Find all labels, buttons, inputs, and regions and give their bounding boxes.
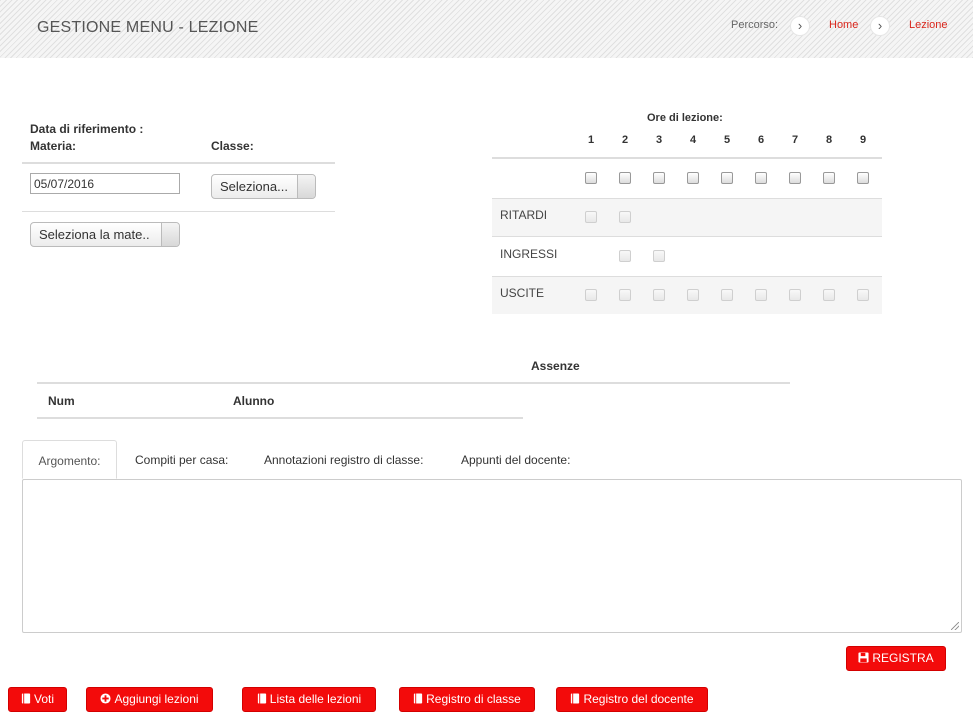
- subject-label: Materia:: [30, 139, 77, 153]
- uscite-checkbox[interactable]: [653, 289, 665, 301]
- uscite-checkbox[interactable]: [585, 289, 597, 301]
- chevron-right-icon: ›: [870, 16, 890, 36]
- divider: [22, 211, 335, 212]
- divider: [492, 198, 882, 199]
- ingressi-label: INGRESSI: [500, 247, 558, 261]
- hour-checkbox[interactable]: [755, 172, 767, 184]
- subject-select-value: Seleziona la mate..: [39, 227, 150, 242]
- date-label: Data di riferimento :: [30, 122, 144, 136]
- registro-classe-button[interactable]: Registro di classe: [399, 687, 535, 712]
- hour-checkbox[interactable]: [857, 172, 869, 184]
- ritardi-label: RITARDI: [500, 208, 548, 222]
- book-icon: [571, 693, 580, 704]
- breadcrumb-home-link[interactable]: Home: [829, 19, 858, 31]
- argomento-textarea[interactable]: [22, 479, 962, 633]
- floppy-disk-icon: [858, 652, 869, 663]
- lista-lezioni-label: Lista delle lezioni: [269, 692, 362, 706]
- hour-checkbox[interactable]: [789, 172, 801, 184]
- uscite-checkbox[interactable]: [823, 289, 835, 301]
- aggiungi-lezioni-label: Aggiungi lezioni: [114, 692, 199, 706]
- hour-checkbox[interactable]: [721, 172, 733, 184]
- hour-checkbox[interactable]: [585, 172, 597, 184]
- tab-compiti[interactable]: Compiti per casa:: [135, 440, 228, 479]
- registro-docente-button[interactable]: Registro del docente: [556, 687, 708, 712]
- hour-checkbox[interactable]: [823, 172, 835, 184]
- class-label: Classe:: [211, 139, 254, 153]
- uscite-checkbox[interactable]: [619, 289, 631, 301]
- ritardi-checkbox[interactable]: [619, 211, 631, 223]
- tab-argomento[interactable]: Argomento:: [22, 440, 117, 479]
- uscite-checkbox[interactable]: [789, 289, 801, 301]
- hour-checkbox[interactable]: [653, 172, 665, 184]
- breadcrumb-label: Percorso:: [731, 19, 779, 31]
- plus-circle-icon: [100, 693, 112, 704]
- uscite-checkbox[interactable]: [721, 289, 733, 301]
- voti-label: Voti: [33, 692, 54, 706]
- registra-label: REGISTRA: [872, 651, 934, 665]
- absences-title: Assenze: [531, 359, 580, 373]
- divider: [492, 157, 882, 159]
- class-select-value: Seleziona...: [220, 179, 288, 194]
- ritardi-row: [492, 198, 882, 236]
- book-icon: [21, 693, 31, 704]
- uscite-checkbox[interactable]: [687, 289, 699, 301]
- hours-title: Ore di lezione:: [647, 112, 723, 124]
- hour-number: 1: [587, 134, 595, 146]
- hour-number: 9: [859, 134, 867, 146]
- column-header-alunno: Alunno: [233, 394, 275, 408]
- hour-number: 2: [621, 134, 629, 146]
- ingressi-checkbox[interactable]: [619, 250, 631, 262]
- lista-lezioni-button[interactable]: Lista delle lezioni: [242, 687, 376, 712]
- book-icon: [414, 693, 423, 704]
- hour-number: 5: [723, 134, 731, 146]
- dropdown-arrow-icon: [161, 223, 179, 246]
- hour-number: 4: [689, 134, 697, 146]
- ingressi-checkbox[interactable]: [653, 250, 665, 262]
- registro-classe-label: Registro di classe: [426, 692, 521, 706]
- tab-appunti[interactable]: Appunti del docente:: [461, 440, 570, 479]
- uscite-checkbox[interactable]: [755, 289, 767, 301]
- column-header-num: Num: [48, 394, 75, 408]
- page-title: GESTIONE MENU - LEZIONE: [37, 19, 259, 36]
- chevron-right-icon: ›: [790, 16, 810, 36]
- hour-number: 3: [655, 134, 663, 146]
- divider: [492, 236, 882, 237]
- breadcrumb-lezione-link[interactable]: Lezione: [909, 19, 948, 31]
- aggiungi-lezioni-button[interactable]: Aggiungi lezioni: [86, 687, 213, 712]
- divider: [22, 162, 335, 164]
- hour-number: 8: [825, 134, 833, 146]
- hour-checkbox[interactable]: [619, 172, 631, 184]
- hour-number: 7: [791, 134, 799, 146]
- voti-button[interactable]: Voti: [8, 687, 67, 712]
- hour-number: 6: [757, 134, 765, 146]
- date-input[interactable]: [30, 173, 180, 194]
- tab-annotazioni[interactable]: Annotazioni registro di classe:: [264, 440, 423, 479]
- book-icon: [257, 693, 266, 704]
- subject-select[interactable]: Seleziona la mate..: [30, 222, 180, 247]
- resize-handle-icon[interactable]: [951, 622, 959, 630]
- divider: [492, 276, 882, 277]
- class-select[interactable]: Seleziona...: [211, 174, 316, 199]
- page-header: GESTIONE MENU - LEZIONE Percorso: › Home…: [0, 0, 973, 58]
- hour-checkbox[interactable]: [687, 172, 699, 184]
- ritardi-checkbox[interactable]: [585, 211, 597, 223]
- registro-docente-label: Registro del docente: [583, 692, 694, 706]
- registra-button[interactable]: REGISTRA: [846, 646, 946, 671]
- uscite-label: USCITE: [500, 286, 545, 300]
- uscite-checkbox[interactable]: [857, 289, 869, 301]
- divider: [37, 417, 523, 419]
- dropdown-arrow-icon: [297, 175, 315, 198]
- divider: [37, 382, 790, 384]
